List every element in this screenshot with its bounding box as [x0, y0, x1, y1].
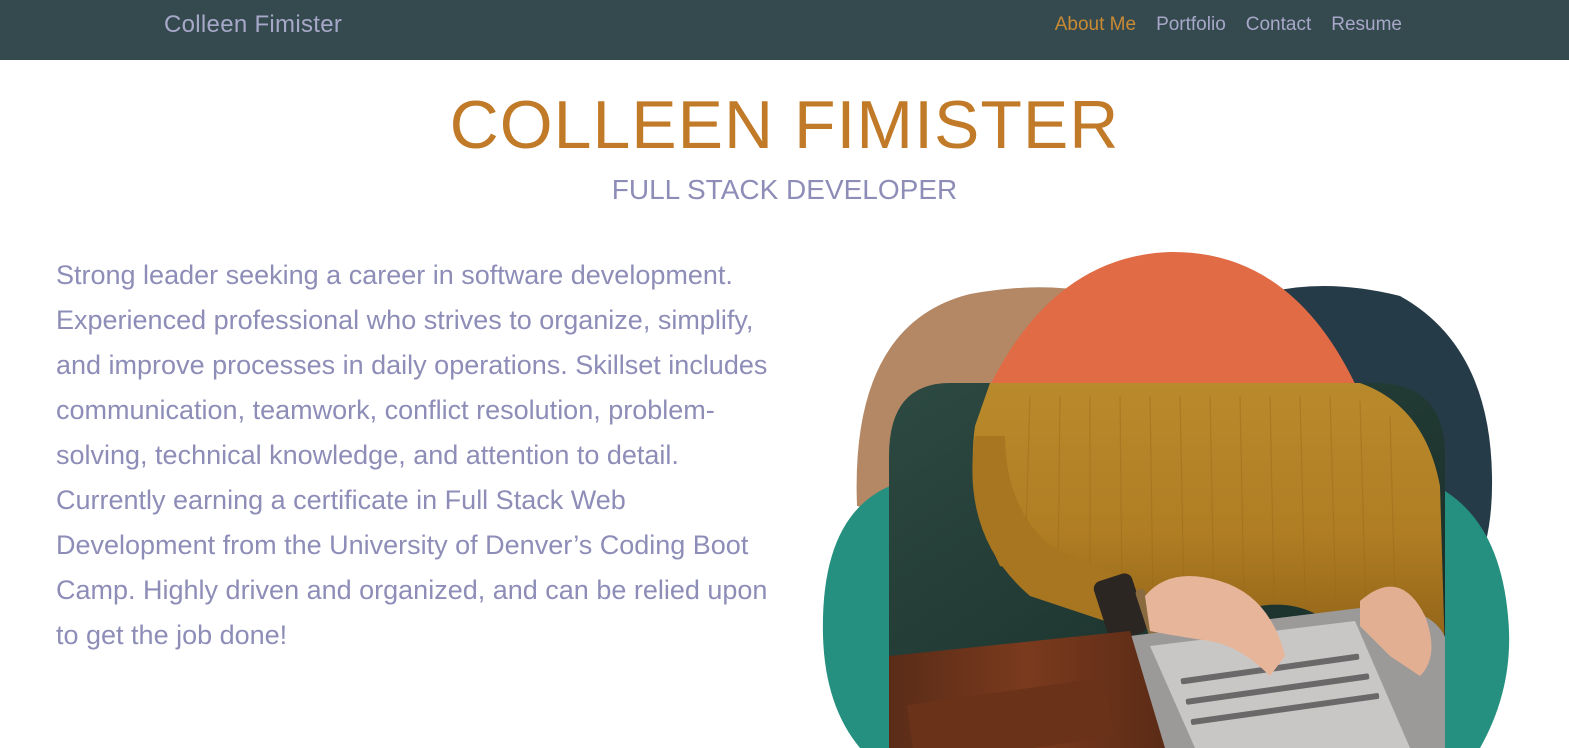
- nav-link-portfolio[interactable]: Portfolio: [1156, 13, 1226, 37]
- hero-role: FULL STACK DEVELOPER: [611, 174, 958, 205]
- nav-link-about-me[interactable]: About Me: [1055, 13, 1136, 37]
- nav-link-resume[interactable]: Resume: [1331, 13, 1402, 37]
- profile-photo-collage: [822, 251, 1510, 748]
- brand-link[interactable]: Colleen Fimister: [164, 10, 342, 40]
- hero-name: COLLEEN FIMISTER: [449, 87, 1120, 163]
- nav-links: About Me Portfolio Contact Resume: [1055, 13, 1402, 37]
- about-bio: Strong leader seeking a career in softwa…: [56, 260, 768, 650]
- nav-link-contact[interactable]: Contact: [1246, 13, 1311, 37]
- profile-photo: [889, 383, 1445, 748]
- navbar: Colleen Fimister About Me Portfolio Cont…: [0, 0, 1569, 60]
